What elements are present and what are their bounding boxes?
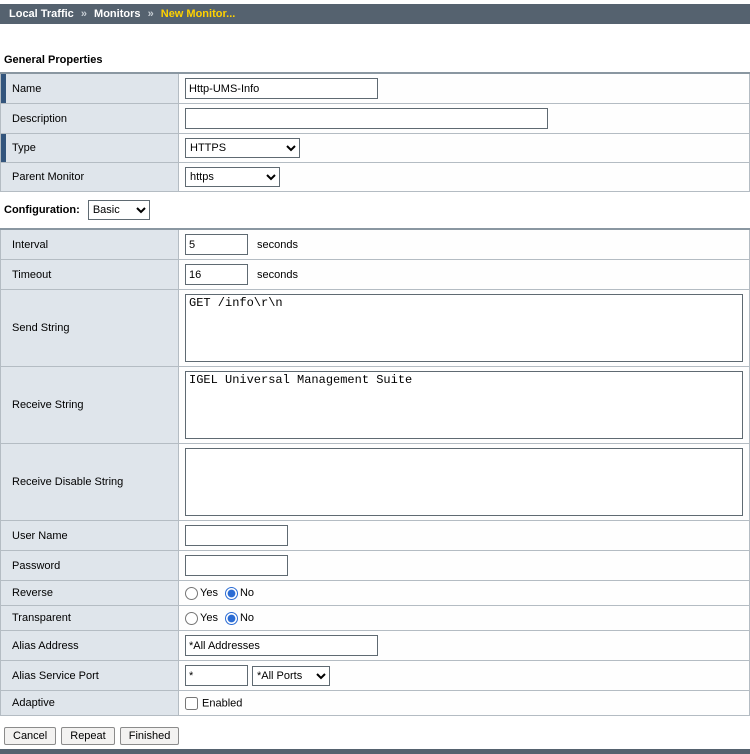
alias-address-label-cell: Alias Address [1, 631, 179, 661]
password-input[interactable] [185, 555, 288, 576]
general-properties-table: Name Description Type HTTPS Parent Monit… [0, 72, 750, 192]
transparent-label-cell: Transparent [1, 606, 179, 631]
row-password: Password [1, 551, 750, 581]
configuration-bar: Configuration: Basic [4, 200, 750, 220]
parent-monitor-select[interactable]: https [185, 167, 280, 187]
parent-monitor-label-cell: Parent Monitor [1, 163, 179, 192]
transparent-label: Transparent [12, 612, 71, 624]
send-string-label: Send String [12, 322, 69, 334]
name-label-cell: Name [1, 73, 179, 104]
cancel-button[interactable]: Cancel [4, 727, 56, 745]
receive-disable-string-textarea[interactable] [185, 448, 743, 516]
receive-disable-string-label-cell: Receive Disable String [1, 444, 179, 521]
adaptive-label-cell: Adaptive [1, 691, 179, 716]
user-name-label-cell: User Name [1, 521, 179, 551]
timeout-unit: seconds [257, 269, 298, 281]
breadcrumb-current-page: New Monitor... [161, 8, 236, 20]
configuration-mode-select[interactable]: Basic [88, 200, 150, 220]
breadcrumb-link-local-traffic[interactable]: Local Traffic [9, 8, 74, 20]
receive-string-label-cell: Receive String [1, 367, 179, 444]
breadcrumb: Local Traffic » Monitors » New Monitor..… [0, 4, 750, 24]
send-string-label-cell: Send String [1, 290, 179, 367]
type-label: Type [12, 142, 36, 154]
breadcrumb-separator: » [81, 8, 87, 20]
row-user-name: User Name [1, 521, 750, 551]
row-description: Description [1, 104, 750, 134]
configuration-label: Configuration: [4, 204, 80, 216]
row-reverse: Reverse Yes No [1, 581, 750, 606]
alias-address-label: Alias Address [12, 640, 79, 652]
reverse-no-radio[interactable] [225, 587, 238, 600]
interval-label-cell: Interval [1, 229, 179, 260]
receive-disable-string-label: Receive Disable String [12, 476, 123, 488]
alias-service-port-label-cell: Alias Service Port [1, 661, 179, 691]
transparent-no-radio[interactable] [225, 612, 238, 625]
reverse-yes-label: Yes [200, 587, 218, 599]
password-label-cell: Password [1, 551, 179, 581]
row-send-string: Send String GET /info\r\n [1, 290, 750, 367]
breadcrumb-separator: » [148, 8, 154, 20]
repeat-button[interactable]: Repeat [61, 727, 114, 745]
alias-service-port-input[interactable] [185, 665, 248, 686]
interval-label: Interval [12, 239, 48, 251]
adaptive-enabled-checkbox[interactable] [185, 697, 198, 710]
description-label-cell: Description [1, 104, 179, 134]
row-type: Type HTTPS [1, 134, 750, 163]
alias-service-port-label: Alias Service Port [12, 670, 99, 682]
parent-monitor-label: Parent Monitor [12, 171, 84, 183]
row-adaptive: Adaptive Enabled [1, 691, 750, 716]
reverse-no-label: No [240, 587, 254, 599]
timeout-label: Timeout [12, 269, 51, 281]
receive-string-textarea[interactable]: IGEL Universal Management Suite [185, 371, 743, 439]
user-name-label: User Name [12, 530, 68, 542]
user-name-input[interactable] [185, 525, 288, 546]
interval-unit: seconds [257, 239, 298, 251]
reverse-label: Reverse [12, 587, 53, 599]
adaptive-enabled-label: Enabled [202, 697, 242, 709]
adaptive-label: Adaptive [12, 697, 55, 709]
row-transparent: Transparent Yes No [1, 606, 750, 631]
type-select[interactable]: HTTPS [185, 138, 300, 158]
interval-input[interactable] [185, 234, 248, 255]
reverse-label-cell: Reverse [1, 581, 179, 606]
row-parent-monitor: Parent Monitor https [1, 163, 750, 192]
alias-address-input[interactable] [185, 635, 378, 656]
timeout-label-cell: Timeout [1, 260, 179, 290]
alias-service-port-select[interactable]: *All Ports [252, 666, 330, 686]
row-name: Name [1, 73, 750, 104]
password-label: Password [12, 560, 60, 572]
name-label: Name [12, 83, 41, 95]
description-input[interactable] [185, 108, 548, 129]
reverse-yes-radio[interactable] [185, 587, 198, 600]
row-alias-address: Alias Address [1, 631, 750, 661]
description-label: Description [12, 113, 67, 125]
timeout-input[interactable] [185, 264, 248, 285]
row-interval: Interval seconds [1, 229, 750, 260]
action-buttons: Cancel Repeat Finished [4, 727, 750, 745]
section-title-general-properties: General Properties [4, 54, 750, 66]
finished-button[interactable]: Finished [120, 727, 180, 745]
transparent-yes-label: Yes [200, 612, 218, 624]
row-timeout: Timeout seconds [1, 260, 750, 290]
footer-bar [0, 749, 750, 754]
transparent-no-label: No [240, 612, 254, 624]
transparent-yes-radio[interactable] [185, 612, 198, 625]
send-string-textarea[interactable]: GET /info\r\n [185, 294, 743, 362]
configuration-table: Interval seconds Timeout seconds Send St… [0, 228, 750, 716]
row-alias-service-port: Alias Service Port *All Ports [1, 661, 750, 691]
breadcrumb-link-monitors[interactable]: Monitors [94, 8, 140, 20]
row-receive-disable-string: Receive Disable String [1, 444, 750, 521]
row-receive-string: Receive String IGEL Universal Management… [1, 367, 750, 444]
name-input[interactable] [185, 78, 378, 99]
type-label-cell: Type [1, 134, 179, 163]
receive-string-label: Receive String [12, 399, 84, 411]
